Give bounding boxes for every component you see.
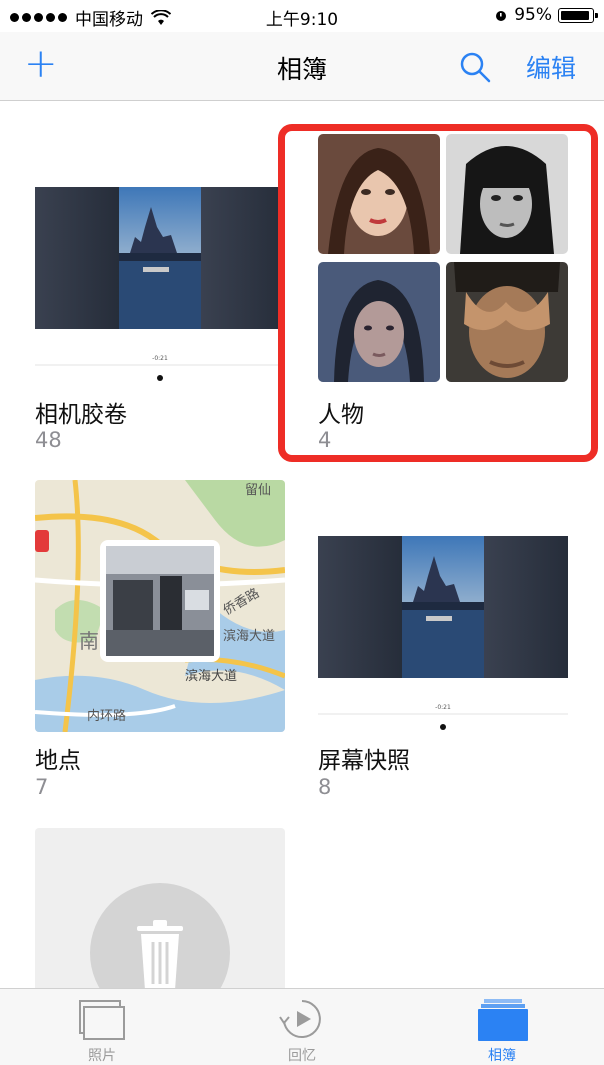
timeline-label: -0:21 [152,355,168,362]
nav-bar: + 相簿 编辑 [0,32,604,101]
trash-icon [137,920,183,990]
tab-bar: 照片 回忆 相簿 [0,988,604,1065]
edit-button[interactable]: 编辑 [526,49,576,85]
tab-photos[interactable]: 照片 [2,989,202,1065]
album-places[interactable]: 留仙 南 滨海大道 内环路 侨香路 滨海大道 地点 7 [0,478,300,818]
page-title: 相簿 [276,55,327,84]
map-thumbnail: 留仙 南 滨海大道 内环路 侨香路 滨海大道 [35,480,285,732]
memories-icon [279,1000,321,1038]
album-name: 屏幕快照 [318,748,410,774]
photos-icon [79,1000,125,1040]
timeline-label: -0:21 [435,704,451,711]
album-recently-deleted[interactable] [0,828,300,1028]
map-label: 滨海大道 [185,668,237,684]
tab-memories[interactable]: 回忆 [202,989,402,1065]
album-screenshots[interactable]: -0:21 屏幕快照 8 [300,478,604,818]
map-label: 内环路 [87,708,126,724]
map-label: 滨海大道 [223,628,275,644]
album-count: 48 [35,428,62,452]
map-label: 留仙 [245,483,271,498]
album-thumbnail: -0:21 [318,536,568,736]
highlight-box [278,124,598,462]
battery-percent: 95% [514,5,552,25]
album-name: 相机胶卷 [35,402,127,428]
search-icon[interactable] [458,50,492,84]
tab-label: 回忆 [288,1048,316,1064]
status-right: 95% [494,5,598,25]
album-thumbnail: -0:21 [35,187,285,387]
battery-icon [558,7,598,23]
album-count: 8 [318,775,332,799]
status-bar: 中国移动 上午9:10 95% [0,0,604,32]
map-label: 南 [79,629,99,653]
tab-albums[interactable]: 相簿 [402,989,602,1065]
alarm-icon [496,11,507,21]
tab-label: 照片 [88,1048,116,1064]
battery-fill [561,10,589,20]
album-count: 7 [35,775,49,799]
tab-label: 相簿 [488,1048,516,1064]
album-camera-roll[interactable]: -0:21 相机胶卷 48 [0,100,300,470]
albums-icon [478,999,528,1041]
album-name: 地点 [35,748,81,774]
